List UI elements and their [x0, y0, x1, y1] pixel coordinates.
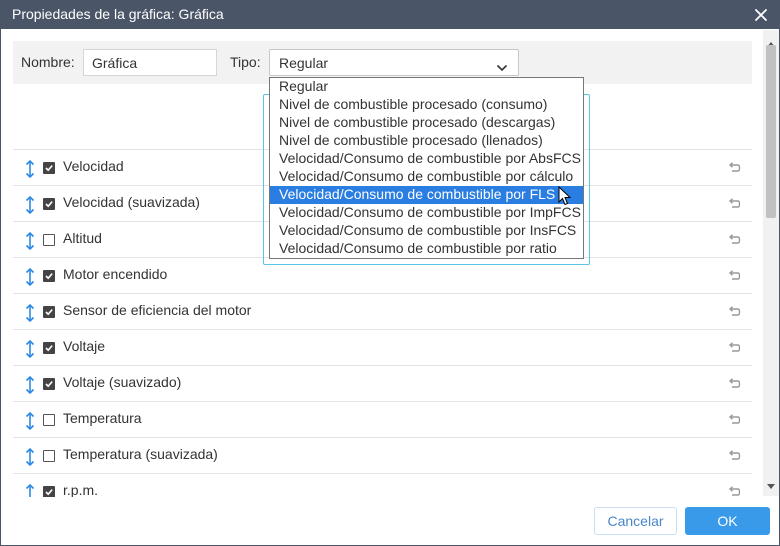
drag-handle-icon[interactable]: [24, 159, 36, 179]
drag-handle-icon[interactable]: [24, 411, 36, 431]
vertical-scrollbar[interactable]: [763, 30, 779, 496]
list-item: Voltaje: [13, 329, 752, 365]
drag-handle-icon[interactable]: [24, 483, 36, 497]
reset-icon[interactable]: [727, 233, 741, 247]
visibility-checkbox[interactable]: [43, 306, 55, 318]
visibility-checkbox[interactable]: [43, 162, 55, 174]
sensor-label: Temperatura: [63, 410, 142, 426]
list-item: Temperatura (suavizada): [13, 437, 752, 473]
visibility-checkbox[interactable]: [43, 486, 55, 497]
list-item: Sensor de eficiencia del motor: [13, 293, 752, 329]
visibility-checkbox[interactable]: [43, 450, 55, 462]
name-input[interactable]: [83, 49, 217, 76]
chart-properties-dialog: Propiedades de la gráfica: Gráfica Nombr…: [0, 0, 780, 546]
dialog-titlebar: Propiedades de la gráfica: Gráfica: [1, 1, 779, 29]
drag-handle-icon[interactable]: [24, 231, 36, 251]
type-select-value: Regular: [279, 55, 329, 71]
dropdown-option[interactable]: Velocidad/Consumo de combustible por Abs…: [270, 150, 583, 168]
sensor-label: r.p.m.: [63, 482, 99, 497]
visibility-checkbox[interactable]: [43, 378, 55, 390]
sensor-label: Temperatura (suavizada): [63, 446, 218, 462]
ok-button[interactable]: OK: [685, 507, 770, 535]
cancel-button[interactable]: Cancelar: [594, 507, 677, 535]
reset-icon[interactable]: [727, 269, 741, 283]
reset-icon[interactable]: [727, 377, 741, 391]
dropdown-option[interactable]: Velocidad/Consumo de combustible por FLS: [270, 186, 583, 204]
reset-icon[interactable]: [727, 449, 741, 463]
close-icon[interactable]: [751, 5, 771, 25]
drag-handle-icon[interactable]: [24, 303, 36, 323]
sensor-label: Voltaje: [63, 338, 106, 354]
dropdown-option[interactable]: Velocidad/Consumo de combustible por rat…: [270, 240, 583, 258]
visibility-checkbox[interactable]: [43, 342, 55, 354]
sensor-label: Motor encendido: [63, 266, 168, 282]
type-select[interactable]: Regular: [269, 49, 519, 76]
dropdown-option[interactable]: Regular: [270, 78, 583, 96]
reset-icon[interactable]: [727, 161, 741, 175]
reset-icon[interactable]: [727, 305, 741, 319]
visibility-checkbox[interactable]: [43, 234, 55, 246]
reset-icon[interactable]: [727, 341, 741, 355]
sensor-label: Velocidad (suavizada): [63, 194, 200, 210]
dropdown-option[interactable]: Nivel de combustible procesado (llenados…: [270, 132, 583, 150]
dialog-title: Propiedades de la gráfica: Gráfica: [12, 6, 224, 22]
list-item: Voltaje (suavizado): [13, 365, 752, 401]
scroll-down-arrow-icon[interactable]: [767, 476, 775, 492]
visibility-checkbox[interactable]: [43, 414, 55, 426]
dropdown-option[interactable]: Velocidad/Consumo de combustible por Ins…: [270, 222, 583, 240]
type-label: Tipo:: [230, 54, 261, 70]
reset-icon[interactable]: [727, 197, 741, 211]
visibility-checkbox[interactable]: [43, 270, 55, 282]
dropdown-option[interactable]: Nivel de combustible procesado (consumo): [270, 96, 583, 114]
sensor-label: Velocidad: [63, 158, 124, 174]
scrollbar-thumb[interactable]: [766, 45, 776, 218]
drag-handle-icon[interactable]: [24, 375, 36, 395]
name-label: Nombre:: [21, 54, 75, 70]
reset-icon[interactable]: [727, 485, 741, 497]
dropdown-option[interactable]: Velocidad/Consumo de combustible por cál…: [270, 168, 583, 186]
sensor-label: Altitud: [63, 230, 102, 246]
visibility-checkbox[interactable]: [43, 198, 55, 210]
dropdown-option[interactable]: Velocidad/Consumo de combustible por Imp…: [270, 204, 583, 222]
reset-icon[interactable]: [727, 413, 741, 427]
list-item: Temperatura: [13, 401, 752, 437]
type-dropdown-list: Regular Nivel de combustible procesado (c…: [269, 77, 584, 259]
list-item: r.p.m.: [13, 473, 752, 497]
drag-handle-icon[interactable]: [24, 195, 36, 215]
mouse-cursor-icon: [558, 185, 572, 209]
chevron-down-icon: [496, 59, 508, 75]
sensor-label: Sensor de eficiencia del motor: [63, 302, 252, 318]
drag-handle-icon[interactable]: [24, 447, 36, 467]
drag-handle-icon[interactable]: [24, 267, 36, 287]
sensor-label: Voltaje (suavizado): [63, 374, 182, 390]
dropdown-option[interactable]: Nivel de combustible procesado (descarga…: [270, 114, 583, 132]
drag-handle-icon[interactable]: [24, 339, 36, 359]
